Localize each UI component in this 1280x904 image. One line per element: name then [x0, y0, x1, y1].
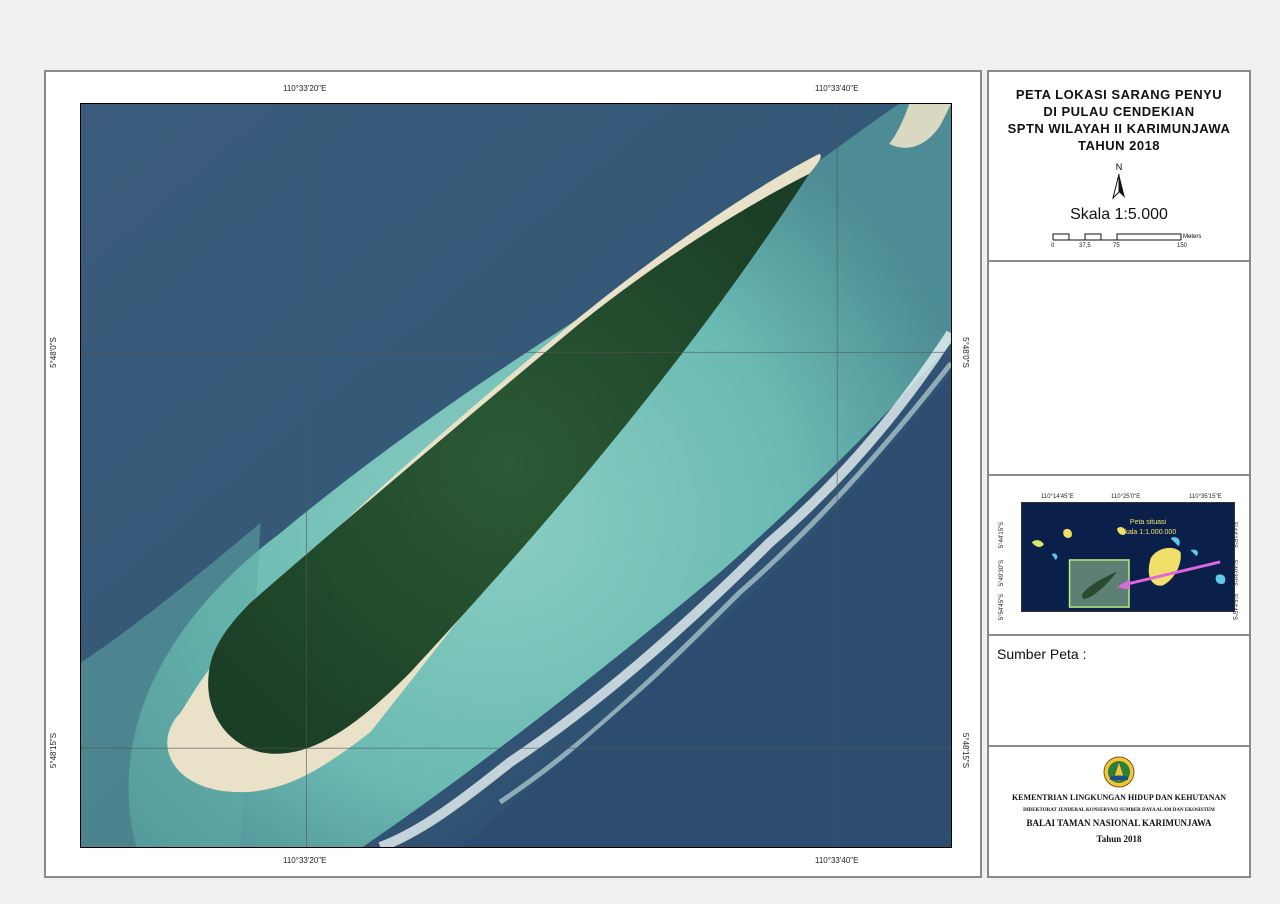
- scalebar-label-3: 150: [1177, 243, 1188, 249]
- inset-scale: Skala 1:1.000.000: [1119, 529, 1177, 536]
- scalebar-label-2: 75: [1113, 243, 1120, 249]
- agency-panel: KEMENTRIAN LINGKUNGAN HIDUP DAN KEHUTANA…: [989, 747, 1249, 876]
- satellite-map[interactable]: [80, 103, 952, 848]
- title-line-1: PETA LOKASI SARANG PENYU: [1015, 87, 1223, 102]
- map-title: PETA LOKASI SARANG PENYU DI PULAU CENDEK…: [989, 86, 1249, 154]
- inset-map[interactable]: Peta situasi Skala 1:1.000.000: [1021, 502, 1235, 612]
- title-line-4: TAHUN 2018: [1077, 138, 1161, 153]
- scalebar-label-1: 37,5: [1079, 243, 1091, 249]
- agency-line-3: BALAI TAMAN NASIONAL KARIMUNJAWA: [1026, 818, 1212, 828]
- right-coord-label-2: 5°48'15"S: [961, 732, 971, 769]
- scale-bar: Meters 0 37,5 75 150: [1051, 230, 1221, 256]
- right-coord-label-1: 5°48'0"S: [960, 337, 970, 368]
- inset-top-label-1: 110°14'45"E: [1041, 494, 1074, 500]
- source-panel: Sumber Peta :: [989, 636, 1249, 747]
- agency-line-1: KEMENTRIAN LINGKUNGAN HIDUP DAN KEHUTANA…: [1011, 793, 1227, 802]
- title-panel: PETA LOKASI SARANG PENYU DI PULAU CENDEK…: [989, 72, 1249, 262]
- left-coord-label-1: 5°48'0"S: [48, 337, 58, 368]
- bottom-coord-label-1: 110°33'20"E: [283, 856, 327, 865]
- title-line-2: DI PULAU CENDEKIAN: [1043, 104, 1195, 119]
- bottom-coord-label-2: 110°33'40"E: [815, 856, 859, 865]
- scale-text: Skala 1:5.000: [1070, 206, 1168, 223]
- source-label: Sumber Peta :: [997, 646, 1087, 662]
- inset-top-label-3: 110°35'15"E: [1189, 494, 1222, 500]
- satellite-image: [81, 104, 951, 847]
- agency-line-4: Tahun 2018: [1096, 834, 1142, 844]
- scalebar-units: Meters: [1183, 234, 1202, 240]
- inset-top-label-2: 110°25'0"E: [1111, 494, 1141, 500]
- north-arrow-icon: N: [1109, 162, 1129, 204]
- inset-left-label-1: 5°44'15"S: [999, 521, 1006, 549]
- top-coord-label-1: 110°33'20"E: [283, 84, 327, 93]
- inset-left-label-3: 5°54'45"S: [999, 593, 1006, 621]
- inset-box: 110°14'45"E 110°25'0"E 110°35'15"E 110°1…: [999, 492, 1237, 620]
- agency-line-2: DIREKTORAT JENDERAL KONSERVASI SUMBER DA…: [1023, 808, 1215, 813]
- inset-left-label-2: 5°49'30"S: [999, 559, 1006, 587]
- agency-logo-icon: [1102, 755, 1136, 789]
- scalebar-label-0: 0: [1051, 243, 1055, 249]
- inset-title: Peta situasi: [1129, 519, 1167, 526]
- inset-panel: 110°14'45"E 110°25'0"E 110°35'15"E 110°1…: [989, 476, 1249, 636]
- left-coord-label-2: 5°48'15"S: [49, 732, 59, 769]
- legend-panel: [989, 262, 1249, 476]
- title-line-3: SPTN WILAYAH II KARIMUNJAWA: [1007, 121, 1231, 136]
- top-coord-label-2: 110°33'40"E: [815, 84, 859, 93]
